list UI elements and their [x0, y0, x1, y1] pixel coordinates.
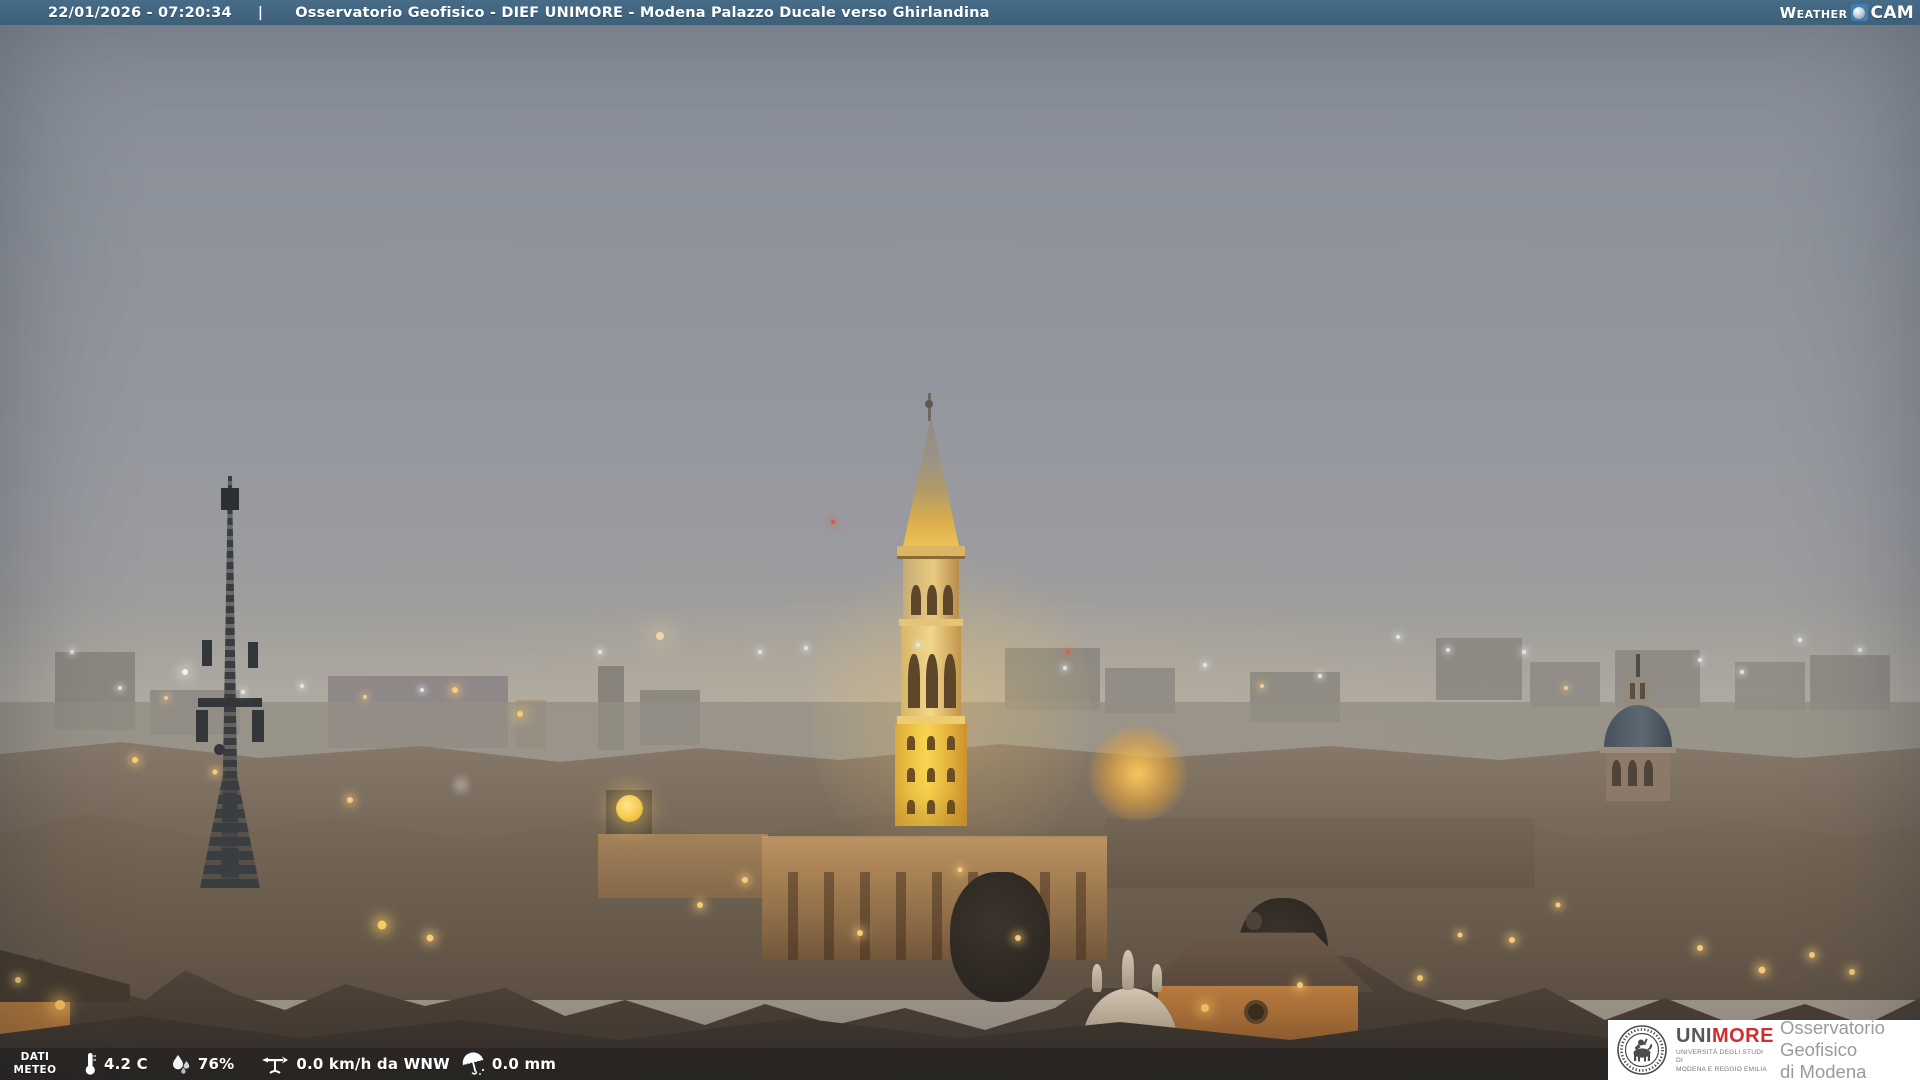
city-light — [957, 867, 963, 873]
city-light — [916, 643, 920, 647]
city-light — [1809, 952, 1815, 958]
city-light — [598, 650, 602, 654]
city-light — [132, 757, 138, 763]
city-light — [1798, 638, 1802, 642]
city-light — [426, 934, 434, 942]
meteo-label-line2: METEO — [13, 1064, 57, 1076]
observatory-name-line1: Osservatorio Geofisico — [1780, 1017, 1885, 1061]
city-light — [1318, 674, 1322, 678]
humidity-drops-icon — [172, 1055, 190, 1074]
webcam-frame: 22/01/2026 - 07:20:34 | Osservatorio Geo… — [0, 0, 1920, 1080]
city-light — [804, 646, 808, 650]
city-light — [1201, 1004, 1209, 1012]
city-light — [55, 1000, 65, 1010]
city-light — [1522, 650, 1526, 654]
observatory-name-line2: di Modena — [1780, 1060, 1867, 1080]
meteo-label-line1: DATI — [20, 1050, 50, 1063]
city-light — [420, 688, 424, 692]
city-light — [347, 797, 353, 803]
unimore-subtitle-line1: UNIVERSITÀ DEGLI STUDI DI — [1676, 1048, 1764, 1065]
unimore-more-text: MORE — [1711, 1024, 1774, 1047]
top-overlay-bar: 22/01/2026 - 07:20:34 | Osservatorio Geo… — [0, 0, 1920, 25]
weathercam-cam-text: CAM — [1870, 2, 1914, 23]
timestamp: 22/01/2026 - 07:20:34 — [48, 4, 232, 21]
temperature-value: 4.2 C — [104, 1055, 148, 1073]
city-light — [1740, 670, 1744, 674]
city-light — [1509, 937, 1515, 943]
city-light — [1698, 658, 1702, 662]
city-light — [118, 686, 122, 690]
observatory-name: Osservatorio Geofisico di Modena — [1780, 1017, 1920, 1080]
weathercam-weather-text: Weather — [1779, 3, 1848, 22]
unimore-wordmark: UNIMORE UNIVERSITÀ DEGLI STUDI DI MODENA… — [1676, 1024, 1774, 1075]
city-light — [212, 769, 218, 775]
city-light — [1066, 650, 1070, 654]
unimore-seal-icon — [1617, 1025, 1667, 1075]
humidity-reading: 76% — [170, 1053, 235, 1075]
separator: | — [257, 4, 264, 21]
precipitation-value: 0.0 mm — [491, 1055, 557, 1073]
city-light — [452, 687, 458, 693]
city-light — [1063, 666, 1067, 670]
wind-value: 0.0 km/h da WNW — [296, 1055, 450, 1073]
city-light — [363, 695, 367, 699]
city-light — [1758, 966, 1766, 974]
city-light — [1260, 684, 1264, 688]
city-light — [742, 877, 748, 883]
city-light — [1396, 635, 1400, 639]
city-light — [377, 920, 387, 930]
city-light — [1555, 902, 1561, 908]
weathercam-logo: Weather CAM — [1780, 0, 1914, 25]
city-light — [1297, 982, 1303, 988]
unimore-uni-text: UNI — [1676, 1024, 1712, 1047]
city-light — [831, 520, 835, 524]
thermometer-icon — [85, 1053, 96, 1075]
city-light — [241, 690, 245, 694]
city-lights-layer — [0, 0, 1920, 1080]
city-light — [1457, 932, 1463, 938]
city-light — [15, 977, 21, 983]
city-light — [1564, 686, 1568, 690]
city-light — [1697, 945, 1703, 951]
city-light — [70, 650, 74, 654]
city-light — [164, 696, 168, 700]
unimore-name: UNIMORE — [1676, 1024, 1774, 1047]
city-light — [656, 632, 664, 640]
city-light — [1015, 935, 1021, 941]
unimore-subtitle: UNIVERSITÀ DEGLI STUDI DI MODENA E REGGI… — [1676, 1049, 1772, 1075]
page-title: Osservatorio Geofisico - DIEF UNIMORE - … — [295, 4, 990, 21]
city-light — [1849, 969, 1855, 975]
temperature-reading: 4.2 C — [82, 1051, 148, 1077]
city-light — [758, 650, 762, 654]
city-light — [857, 930, 863, 936]
city-light — [1417, 975, 1423, 981]
wind-reading: 0.0 km/h da WNW — [260, 1052, 450, 1076]
wind-vane-icon — [262, 1056, 289, 1074]
precipitation-reading: 0.0 mm — [460, 1052, 556, 1076]
city-light — [1203, 663, 1207, 667]
city-light — [697, 902, 703, 908]
unimore-subtitle-line2: MODENA E REGGIO EMILIA — [1676, 1065, 1767, 1073]
meteo-data-label: DATI METEO — [0, 1051, 70, 1077]
humidity-value: 76% — [197, 1055, 235, 1073]
umbrella-icon — [462, 1052, 485, 1075]
webcam-photo — [0, 0, 1920, 1080]
city-light — [1446, 648, 1450, 652]
city-light — [517, 711, 523, 717]
city-light — [1858, 648, 1862, 652]
unimore-logo-box: UNIMORE UNIVERSITÀ DEGLI STUDI DI MODENA… — [1608, 1017, 1920, 1080]
city-light — [300, 684, 304, 688]
weathercam-orb-icon — [1850, 4, 1868, 21]
city-light — [182, 669, 188, 675]
